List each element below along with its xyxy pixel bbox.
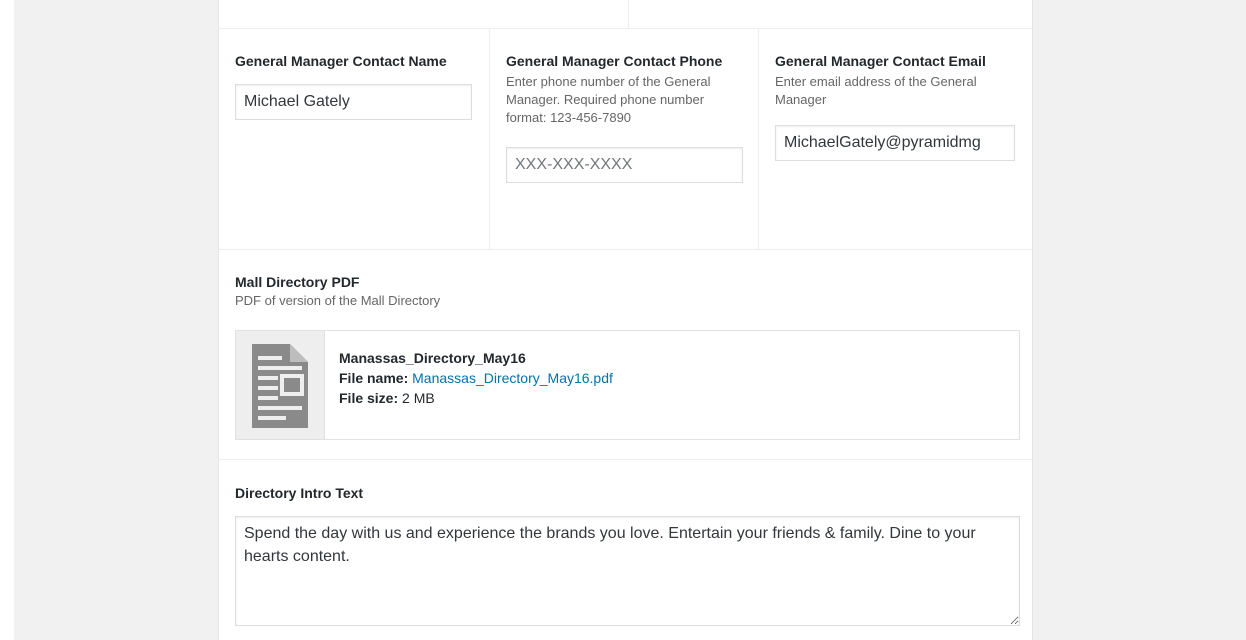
pdf-title: Manassas_Directory_May16 (339, 350, 526, 366)
mall-directory-row: Mall Directory PDF PDF of version of the… (219, 250, 1032, 460)
gm-name-field: General Manager Contact Name (219, 28, 489, 249)
gm-phone-field: General Manager Contact Phone Enter phon… (489, 28, 758, 249)
gm-phone-label: General Manager Contact Phone (506, 53, 723, 69)
mall-directory-description: PDF of version of the Mall Directory (235, 293, 441, 308)
mall-directory-label: Mall Directory PDF (235, 274, 360, 290)
pdf-file-name-line: File name: Manassas_Directory_May16.pdf (339, 368, 613, 388)
top-row (219, 0, 1032, 29)
form-panel: General Manager Contact Name General Man… (218, 0, 1033, 640)
pdf-file-size-line: File size: 2 MB (339, 388, 613, 408)
column-divider (628, 0, 629, 28)
directory-intro-label: Directory Intro Text (235, 485, 364, 501)
document-icon (252, 344, 308, 428)
pdf-thumbnail (236, 331, 325, 439)
gm-email-label: General Manager Contact Email (775, 53, 986, 69)
file-size-label: File size: (339, 390, 399, 406)
pdf-attachment: Manassas_Directory_May16 File name: Mana… (235, 330, 1020, 440)
gm-name-label: General Manager Contact Name (235, 53, 447, 69)
gm-name-input[interactable] (235, 84, 472, 120)
gm-email-description: Enter email address of the General Manag… (775, 74, 977, 107)
left-strip (0, 0, 14, 640)
directory-intro-row: Directory Intro Text Spend the day with … (219, 461, 1032, 640)
general-manager-row: General Manager Contact Name General Man… (219, 28, 1032, 250)
gm-phone-description: Enter phone number of the General Manage… (506, 74, 711, 125)
file-name-label: File name: (339, 370, 409, 386)
gm-email-field: General Manager Contact Email Enter emai… (758, 28, 1032, 249)
file-name-link[interactable]: Manassas_Directory_May16.pdf (412, 370, 613, 386)
gm-phone-input[interactable] (506, 147, 743, 183)
pdf-details: Manassas_Directory_May16 File name: Mana… (339, 348, 613, 408)
directory-intro-textarea[interactable]: Spend the day with us and experience the… (235, 516, 1020, 626)
gm-email-input[interactable] (775, 125, 1015, 161)
file-size-value: 2 MB (402, 390, 435, 406)
